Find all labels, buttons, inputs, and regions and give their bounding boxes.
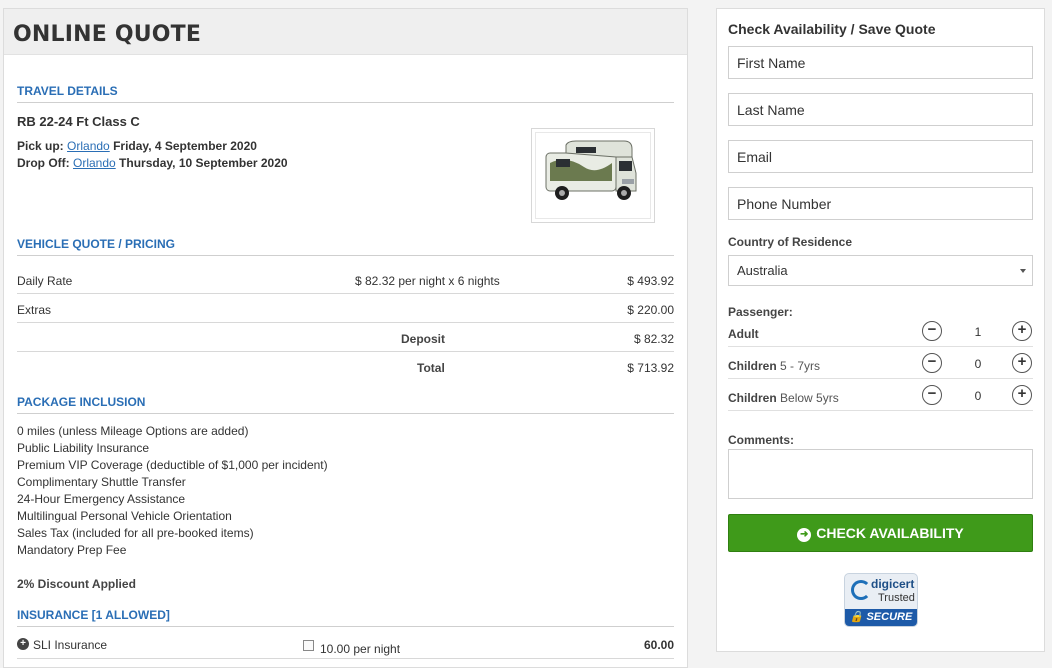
extras-label: Extras	[17, 303, 52, 317]
vehicle-image	[531, 128, 655, 223]
inclusion-item: Multilingual Personal Vehicle Orientatio…	[17, 509, 232, 523]
passenger-row-adult: Adult − 1 +	[728, 315, 1033, 347]
arrow-right-icon: ➜	[797, 528, 812, 542]
badge-secure: 🔒 SECURE	[845, 609, 917, 626]
travel-details-heading: TRAVEL DETAILS	[17, 84, 674, 103]
digicert-logo-icon	[851, 580, 871, 600]
adult-count: 1	[974, 325, 982, 339]
inclusion-item: 0 miles (unless Mileage Options are adde…	[17, 424, 249, 438]
inclusion-item: Mandatory Prep Fee	[17, 543, 127, 557]
inclusion-item: Complimentary Shuttle Transfer	[17, 475, 186, 489]
chevron-down-icon	[1020, 269, 1026, 273]
decrement-children-below-button[interactable]: −	[922, 385, 942, 405]
check-availability-label: CHECK AVAILABILITY	[816, 525, 964, 541]
pickup-location-link[interactable]: Orlando	[67, 139, 110, 153]
comments-field[interactable]	[728, 449, 1033, 499]
increment-adult-button[interactable]: +	[1012, 321, 1032, 341]
inclusion-item: Sales Tax (included for all pre-booked i…	[17, 526, 254, 540]
page-title: ONLINE QUOTE	[13, 22, 202, 47]
check-availability-button[interactable]: ➜ CHECK AVAILABILITY	[728, 514, 1033, 552]
rv-icon	[545, 140, 637, 200]
email-field[interactable]: Email	[728, 140, 1033, 173]
increment-children-button[interactable]: +	[1012, 353, 1032, 373]
inclusion-item: Public Liability Insurance	[17, 441, 150, 455]
pickup-label: Pick up:	[17, 139, 64, 153]
vehicle-name: RB 22-24 Ft Class C	[17, 114, 140, 129]
country-value: Australia	[737, 263, 788, 278]
price-row-daily: Daily Rate $ 82.32 per night x 6 nights …	[17, 265, 674, 294]
increment-children-below-button[interactable]: +	[1012, 385, 1032, 405]
insurance-amount: 60.00	[643, 638, 674, 652]
badge-brand: digicert	[871, 577, 915, 591]
expand-plus-icon[interactable]: +	[17, 638, 29, 650]
first-name-field[interactable]: First Name	[728, 46, 1033, 79]
country-select[interactable]: Australia	[728, 255, 1033, 286]
children-below-label: Children Below 5yrs	[728, 391, 839, 405]
price-row-deposit: Deposit $ 82.32	[17, 323, 674, 352]
badge-trusted: Trusted	[878, 592, 915, 604]
price-row-total: Total $ 713.92	[17, 352, 674, 381]
availability-form: Check Availability / Save Quote First Na…	[716, 8, 1045, 652]
digicert-badge[interactable]: digicert Trusted 🔒 SECURE	[844, 573, 918, 627]
package-heading: PACKAGE INCLUSION	[17, 395, 674, 414]
country-label: Country of Residence	[728, 235, 853, 249]
passenger-row-children: Children 5 - 7yrs − 0 +	[728, 347, 1033, 379]
pickup-line: Pick up: Orlando Friday, 4 September 202…	[17, 139, 257, 153]
insurance-name: SLI Insurance	[33, 638, 108, 652]
pricing-heading: VEHICLE QUOTE / PRICING	[17, 237, 674, 256]
form-title: Check Availability / Save Quote	[728, 21, 936, 37]
decrement-children-button[interactable]: −	[922, 353, 942, 373]
daily-rate-detail: $ 82.32 per night x 6 nights	[355, 274, 500, 288]
pickup-date: Friday, 4 September 2020	[113, 139, 257, 153]
deposit-amount: $ 82.32	[633, 332, 674, 346]
inclusion-item: 24-Hour Emergency Assistance	[17, 492, 186, 506]
quote-panel: ONLINE QUOTE TRAVEL DETAILS RB 22-24 Ft …	[3, 8, 688, 668]
total-amount: $ 713.92	[627, 361, 674, 375]
dropoff-location-link[interactable]: Orlando	[73, 156, 116, 170]
quote-header: ONLINE QUOTE	[4, 9, 687, 55]
decrement-adult-button[interactable]: −	[922, 321, 942, 341]
extras-amount: $ 220.00	[627, 303, 674, 317]
daily-rate-amount: $ 493.92	[627, 274, 674, 288]
passenger-row-children-below: Children Below 5yrs − 0 +	[728, 379, 1033, 411]
children-label: Children 5 - 7yrs	[728, 359, 821, 373]
insurance-checkbox[interactable]	[303, 640, 314, 651]
discount-text: 2% Discount Applied	[17, 577, 136, 591]
dropoff-line: Drop Off: Orlando Thursday, 10 September…	[17, 156, 288, 170]
inclusion-list: 0 miles (unless Mileage Options are adde…	[17, 423, 328, 559]
insurance-rate: 10.00 per night	[320, 642, 401, 656]
deposit-label: Deposit	[401, 332, 446, 346]
dropoff-label: Drop Off:	[17, 156, 70, 170]
insurance-row: + SLI Insurance 10.00 per night 60.00	[17, 637, 674, 659]
daily-rate-label: Daily Rate	[17, 274, 73, 288]
total-label: Total	[417, 361, 445, 375]
children-count: 0	[974, 357, 982, 371]
dropoff-date: Thursday, 10 September 2020	[119, 156, 288, 170]
comments-label: Comments:	[728, 433, 795, 447]
inclusion-item: Premium VIP Coverage (deductible of $1,0…	[17, 458, 328, 472]
phone-field[interactable]: Phone Number	[728, 187, 1033, 220]
last-name-field[interactable]: Last Name	[728, 93, 1033, 126]
lock-icon: 🔒	[849, 611, 864, 623]
adult-label: Adult	[728, 327, 759, 341]
insurance-heading: INSURANCE [1 ALLOWED]	[17, 608, 674, 627]
price-row-extras: Extras $ 220.00	[17, 294, 674, 323]
children-below-count: 0	[974, 389, 982, 403]
